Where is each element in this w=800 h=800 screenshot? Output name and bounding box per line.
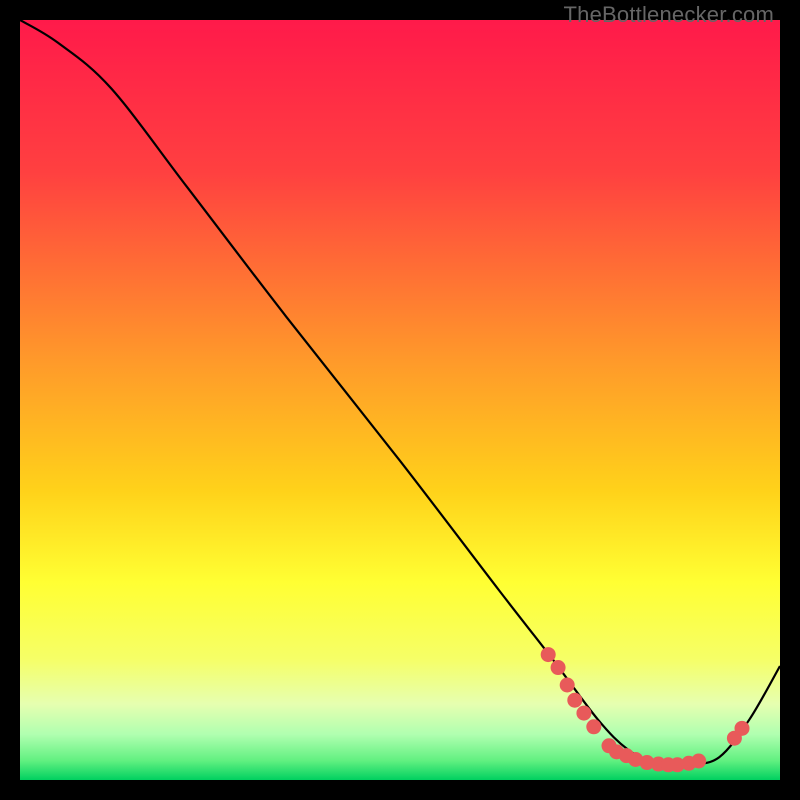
scatter-point [691, 754, 706, 769]
chart-frame [20, 20, 780, 780]
scatter-point [567, 693, 582, 708]
watermark-text: TheBottlenecker.com [564, 2, 774, 28]
scatter-point [586, 719, 601, 734]
gradient-background [20, 20, 780, 780]
scatter-point [551, 660, 566, 675]
bottleneck-chart [20, 20, 780, 780]
scatter-point [560, 678, 575, 693]
scatter-point [541, 647, 556, 662]
scatter-point [576, 706, 591, 721]
scatter-point [735, 721, 750, 736]
